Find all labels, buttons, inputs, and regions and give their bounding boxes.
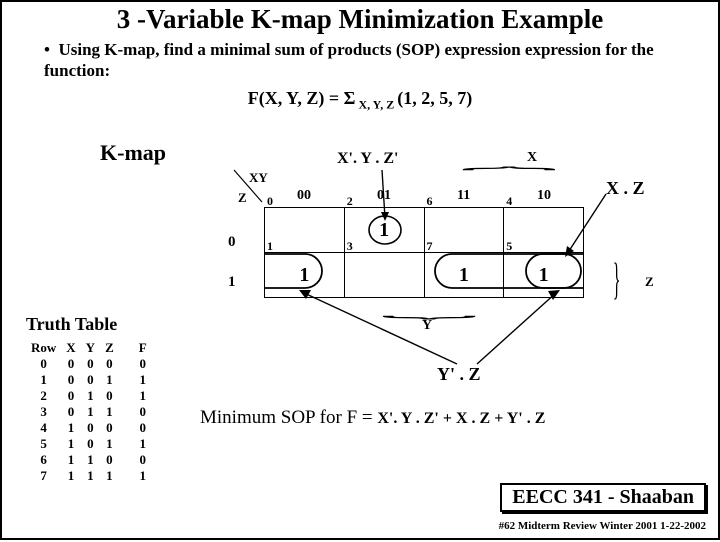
kmap-grid: 0 21 6 4 11 3 71 51 (264, 207, 584, 298)
slide-meta: #62 Midterm Review Winter 2001 1-22-2002 (499, 520, 706, 532)
x-brace-label: X (527, 150, 537, 166)
row-hdr-0: 0 (228, 234, 236, 251)
cell-0: 0 (265, 208, 345, 253)
kmap-heading: K-map (100, 140, 166, 166)
truth-table: Row X Y Z F 00000 10011 20101 30110 4100… (26, 340, 152, 484)
minsop-label: Minimum SOP for F = (200, 407, 377, 428)
tt-row: 61100 (26, 452, 152, 468)
slide: 3 -Variable K-map Minimization Example •… (0, 0, 720, 540)
truth-table-heading: Truth Table (26, 314, 117, 335)
formula-fn: F(X, Y, Z) = (248, 88, 344, 108)
tt-row: 51011 (26, 436, 152, 452)
tt-row: 30110 (26, 404, 152, 420)
function-formula: F(X, Y, Z) = Σ X, Y, Z (1, 2, 5, 7) (2, 88, 718, 113)
tt-row: 10011 (26, 372, 152, 388)
slide-title: 3 -Variable K-map Minimization Example (2, 4, 718, 35)
minsop-expression: X'. Y . Z' + X . Z + Y' . Z (377, 410, 545, 427)
cell-2: 21 (344, 208, 424, 253)
col-hdr-01: 01 (377, 188, 391, 204)
sigma-symbol: Σ (344, 88, 356, 108)
cell-6: 6 (424, 208, 504, 253)
cell-1: 11 (265, 253, 345, 298)
tt-row: 20101 (26, 388, 152, 404)
xy-axis-label: XY (249, 170, 268, 186)
col-hdr-10: 10 (537, 188, 551, 204)
cell-7: 71 (424, 253, 504, 298)
yz-term-label: Y' . Z (437, 364, 481, 385)
formula-minterms: (1, 2, 5, 7) (397, 88, 472, 108)
xz-term-label: X . Z (606, 178, 645, 199)
col-hdr-00: 00 (297, 188, 311, 204)
col-hdr-11: 11 (457, 188, 470, 204)
y-brace-label: Y (422, 318, 432, 334)
tt-row: 00000 (26, 356, 152, 372)
z-brace: } (613, 253, 621, 305)
z-axis-label: Z (238, 190, 247, 206)
cell-4: 4 (504, 208, 584, 253)
cell-3: 3 (344, 253, 424, 298)
formula-subscript: X, Y, Z (355, 97, 397, 111)
row-hdr-1: 1 (228, 274, 236, 291)
x-brace: ⏞ (461, 166, 557, 185)
cell-5: 51 (504, 253, 584, 298)
tt-header-row: Row X Y Z F (26, 340, 152, 356)
bullet-text: • Using K-map, find a minimal sum of pro… (44, 39, 682, 82)
tt-row: 41000 (26, 420, 152, 436)
term-xyz-label: X'. Y . Z' (337, 150, 398, 168)
tt-row: 71111 (26, 468, 152, 484)
bullet-content: Using K-map, find a minimal sum of produ… (44, 40, 654, 80)
min-sop-result: Minimum SOP for F = X'. Y . Z' + X . Z +… (200, 407, 545, 429)
z-side-label: Z (645, 274, 654, 290)
course-footer: EECC 341 - Shaaban (500, 483, 706, 512)
